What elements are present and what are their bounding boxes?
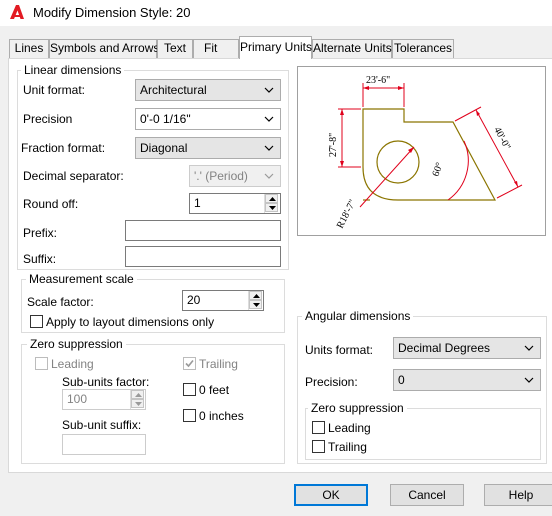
prefix-input[interactable]	[125, 220, 281, 241]
fraction-format-select[interactable]: Diagonal	[135, 137, 281, 159]
decimal-separator-value: '.' (Period)	[194, 169, 248, 183]
angular-precision-select[interactable]: 0	[393, 369, 541, 391]
zero-feet-label: 0 feet	[199, 383, 230, 397]
triangle-down-icon	[135, 402, 142, 406]
decimal-separator-label: Decimal separator:	[23, 169, 124, 183]
chevron-down-icon	[264, 145, 274, 151]
checkmark-icon	[185, 359, 194, 368]
angular-precision-value: 0	[398, 373, 405, 387]
chevron-down-icon	[264, 87, 274, 93]
preview-drawing: 23'-6" 27'-8" 40'-0" R18'-7" 60°	[328, 75, 523, 231]
chevron-down-icon	[524, 377, 534, 383]
angular-units-format-select[interactable]: Decimal Degrees	[393, 337, 541, 359]
unit-format-label: Unit format:	[23, 83, 86, 97]
unit-format-value: Architectural	[140, 83, 207, 97]
window-title: Modify Dimension Style: 20	[33, 5, 191, 20]
zero-inches-checkbox[interactable]	[183, 409, 196, 422]
dimension-preview: 23'-6" 27'-8" 40'-0" R18'-7" 60°	[297, 66, 546, 236]
angular-units-format-label: Units format:	[305, 343, 374, 357]
dim-left-text: 27'-8"	[328, 133, 339, 157]
angular-leading-checkbox[interactable]	[312, 421, 325, 434]
suffix-label: Suffix:	[23, 252, 57, 266]
preview-geometry	[362, 108, 497, 201]
angular-zero-suppression-label: Zero suppression	[308, 401, 407, 415]
decimal-separator-select[interactable]: '.' (Period)	[189, 165, 281, 187]
apply-layout-checkbox[interactable]	[30, 315, 43, 328]
angular-dimensions-label: Angular dimensions	[302, 309, 414, 323]
precision-select[interactable]: 0'-0 1/16"	[135, 108, 281, 130]
zero-inches-label: 0 inches	[199, 409, 244, 423]
suffix-input[interactable]	[125, 246, 281, 267]
triangle-up-icon	[135, 393, 142, 397]
trailing-checkbox-disabled[interactable]	[183, 357, 196, 370]
fraction-format-value: Diagonal	[140, 141, 188, 155]
scale-factor-spinner[interactable]	[248, 291, 262, 310]
sub-units-factor-label: Sub-units factor:	[62, 375, 150, 389]
round-off-spinner[interactable]	[264, 194, 278, 213]
triangle-up-icon	[253, 294, 260, 298]
spin-up-button[interactable]	[131, 390, 144, 399]
measurement-scale-label: Measurement scale	[26, 272, 137, 286]
cancel-button[interactable]: Cancel	[390, 484, 464, 506]
triangle-down-icon	[269, 206, 276, 210]
tab-fit[interactable]: Fit	[193, 39, 239, 58]
tab-lines[interactable]: Lines	[9, 39, 49, 58]
scale-factor-value: 20	[187, 293, 201, 307]
dim-angle-text: 60°	[430, 161, 445, 178]
linear-dimensions-label: Linear dimensions	[21, 63, 125, 77]
leading-label: Leading	[51, 357, 94, 371]
autocad-logo-icon	[9, 4, 25, 20]
spin-down-button[interactable]	[265, 203, 278, 212]
precision-label: Precision	[23, 112, 73, 126]
spin-up-button[interactable]	[249, 291, 262, 300]
help-button[interactable]: Help	[484, 484, 552, 506]
tab-alternate-units[interactable]: Alternate Units	[312, 39, 392, 58]
ok-button[interactable]: OK	[294, 484, 368, 506]
unit-format-select[interactable]: Architectural	[135, 79, 281, 101]
sub-unit-suffix-input[interactable]	[62, 434, 146, 455]
tab-text[interactable]: Text	[157, 39, 193, 58]
triangle-up-icon	[269, 197, 276, 201]
apply-layout-label: Apply to layout dimensions only	[46, 315, 215, 329]
angular-trailing-checkbox[interactable]	[312, 440, 325, 453]
round-off-label: Round off:	[23, 197, 79, 211]
spin-down-button[interactable]	[249, 300, 262, 309]
round-off-value: 1	[194, 196, 201, 210]
tab-primary-units[interactable]: Primary Units	[239, 36, 312, 59]
dim-top-text: 23'-6"	[366, 75, 390, 86]
chevron-down-icon	[524, 345, 534, 351]
angular-leading-label: Leading	[328, 421, 371, 435]
trailing-label: Trailing	[199, 357, 238, 371]
sub-unit-suffix-label: Sub-unit suffix:	[62, 418, 142, 432]
preview-dimensions	[338, 83, 523, 208]
spin-down-button[interactable]	[131, 399, 144, 408]
chevron-down-icon	[264, 116, 274, 122]
dim-diag-text: 40'-0"	[491, 125, 512, 152]
zero-feet-checkbox[interactable]	[183, 383, 196, 396]
tab-symbols-and-arrows[interactable]: Symbols and Arrows	[49, 39, 159, 58]
preview-arrowheads	[340, 86, 518, 187]
sub-units-factor-spinner[interactable]	[130, 390, 144, 409]
tab-tolerances[interactable]: Tolerances	[392, 39, 454, 58]
fraction-format-label: Fraction format:	[21, 141, 106, 155]
spin-up-button[interactable]	[265, 194, 278, 203]
prefix-label: Prefix:	[23, 226, 58, 240]
chevron-down-icon	[264, 173, 274, 179]
angular-units-format-value: Decimal Degrees	[398, 341, 491, 355]
precision-value: 0'-0 1/16"	[140, 112, 191, 126]
leading-checkbox-disabled[interactable]	[35, 357, 48, 370]
angular-trailing-label: Trailing	[328, 440, 367, 454]
dim-radius-text: R18'-7"	[335, 198, 359, 231]
angular-precision-label: Precision:	[305, 375, 358, 389]
triangle-down-icon	[253, 303, 260, 307]
zero-suppression-linear-label: Zero suppression	[27, 337, 126, 351]
scale-factor-label: Scale factor:	[27, 295, 94, 309]
sub-units-factor-value: 100	[67, 392, 88, 406]
